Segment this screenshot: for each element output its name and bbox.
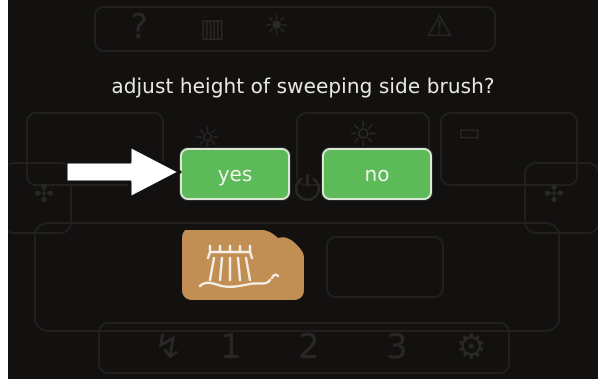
settings-icon: ⚙	[456, 327, 487, 367]
help-icon: ?	[130, 7, 149, 47]
brush-level-icon: ↯	[154, 327, 183, 367]
right-tool-icon: ✣	[544, 180, 565, 208]
speed-2-label: 2	[298, 327, 320, 367]
no-button[interactable]: no	[322, 148, 432, 200]
yes-button-label: yes	[217, 162, 253, 186]
control-panel-screen: ? ▥ ☀ ⚠ ☼ ☼ ▭ ✣ ✣ ⏻ ↯ 1 2 3 ⚙ adjust hei…	[8, 0, 598, 379]
left-side-panel	[8, 162, 72, 234]
warning-icon: ⚠	[426, 9, 453, 44]
arrow-right-icon	[66, 144, 182, 200]
speed-3-label: 3	[386, 327, 408, 367]
right-status-panel	[440, 112, 578, 186]
no-button-label: no	[364, 162, 390, 186]
side-brush-icon	[182, 230, 304, 300]
speed-selector-bar	[98, 322, 510, 374]
speed-1-label: 1	[220, 327, 242, 367]
right-side-panel	[524, 162, 598, 234]
sun-icon: ☀	[264, 9, 290, 42]
camera-icon: ▭	[458, 118, 481, 146]
power-icon: ⏻	[294, 169, 321, 209]
light-icon: ☼	[348, 115, 379, 155]
dialog-question: adjust height of sweeping side brush?	[111, 74, 495, 98]
yes-button[interactable]: yes	[180, 148, 290, 200]
sweeping-side-brush-tile[interactable]	[180, 230, 306, 300]
left-tool-icon: ✣	[34, 180, 55, 208]
brush-height-panel-right	[326, 236, 444, 298]
battery-icon: ▥	[200, 14, 225, 44]
top-status-panel	[94, 6, 496, 52]
